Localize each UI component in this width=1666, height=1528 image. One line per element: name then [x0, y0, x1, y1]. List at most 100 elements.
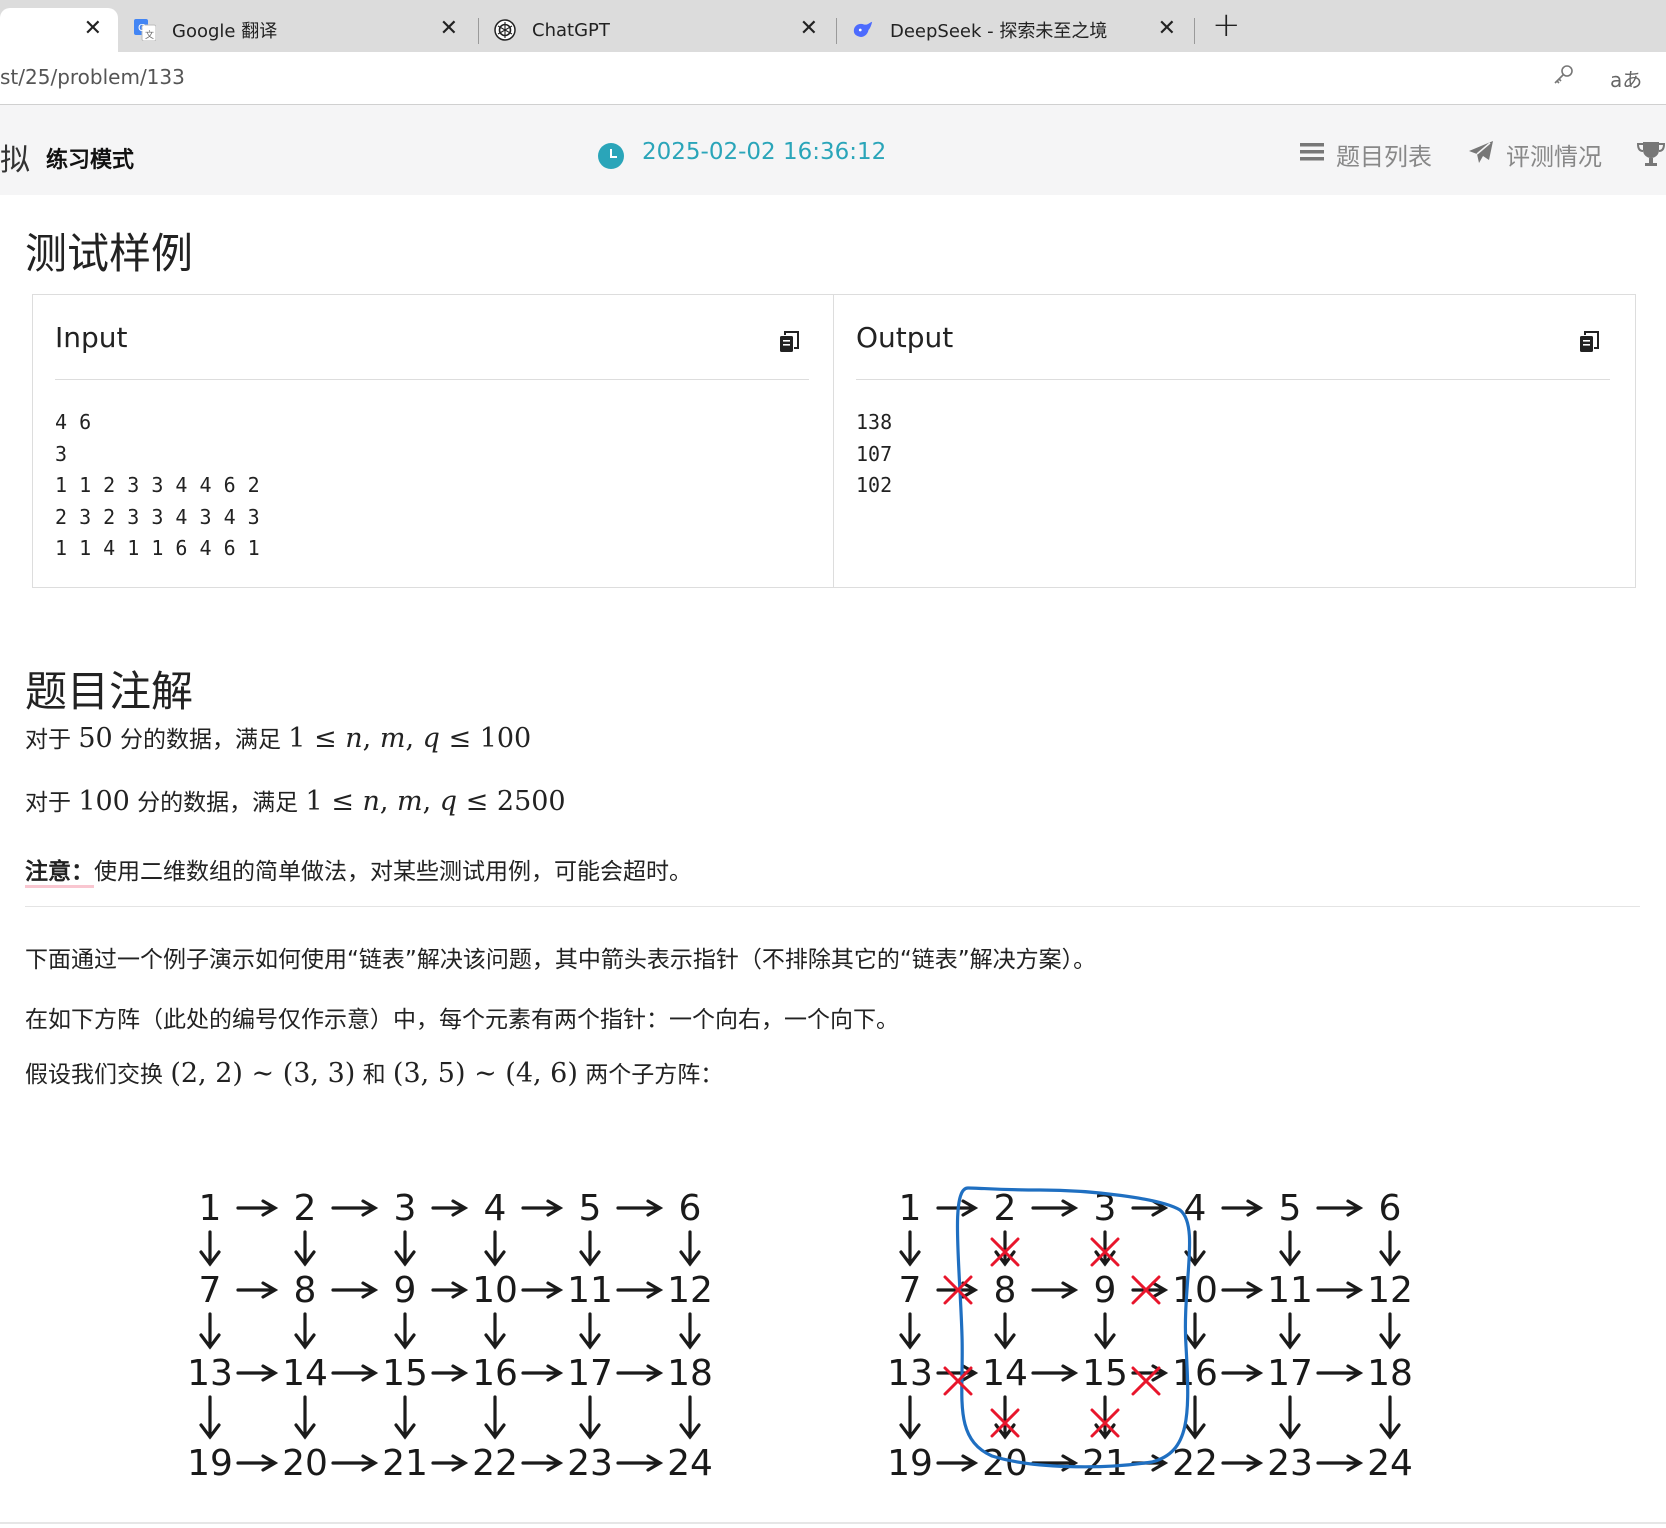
grid-node-label: 8 — [294, 1270, 317, 1311]
right-pointer-arrow — [616, 1364, 664, 1382]
right-pointer-arrow — [431, 1281, 469, 1299]
practice-mode-label: 练习模式 — [46, 148, 135, 173]
down-pointer-arrow — [899, 1312, 921, 1350]
tab-separator — [836, 18, 837, 44]
nav-submissions[interactable]: 评测情况 — [1468, 137, 1602, 172]
divider — [55, 379, 809, 380]
browser-tab-deepseek[interactable]: DeepSeek - 探索未至之境 ✕ — [838, 8, 1192, 52]
tab-title: Google 翻译 — [172, 21, 278, 42]
right-pointer-arrow — [936, 1454, 979, 1472]
text-fragment: 假设我们交换 — [25, 1062, 163, 1088]
tab-close-icon[interactable]: ✕ — [1158, 18, 1176, 40]
right-pointer-arrow — [431, 1454, 469, 1472]
right-pointer-arrow — [331, 1281, 379, 1299]
text-fragment: 两个子方阵： — [585, 1062, 724, 1088]
text-fragment: 分的数据，满足 — [119, 727, 281, 753]
samples-heading: 测试样例 — [25, 229, 194, 278]
down-pointer-arrow — [679, 1312, 701, 1350]
translate-page-icon[interactable]: aあ — [1610, 64, 1642, 93]
tab-close-icon[interactable]: ✕ — [440, 18, 458, 40]
down-pointer-arrow — [394, 1230, 416, 1267]
url-field[interactable]: st/25/problem/133 — [0, 65, 185, 89]
grid-node-label: 22 — [472, 1443, 518, 1484]
contest-timer: 2025-02-02 16:36:12 — [642, 139, 887, 165]
nav-problem-list[interactable]: 题目列表 — [1300, 137, 1432, 172]
grid-node-label: 17 — [567, 1353, 613, 1394]
grid-node-label: 14 — [982, 1353, 1028, 1394]
nav-submissions-label: 评测情况 — [1506, 143, 1602, 171]
copy-input-icon[interactable] — [779, 331, 799, 357]
divider — [856, 379, 1610, 380]
tab-title: DeepSeek - 探索未至之境 — [890, 21, 1108, 42]
divider — [25, 906, 1640, 907]
grid-node-label: 19 — [890, 1443, 933, 1484]
down-pointer-arrow — [1184, 1312, 1206, 1350]
clock-icon — [598, 143, 624, 169]
down-pointer-arrow — [899, 1230, 921, 1267]
right-pointer-arrow — [521, 1281, 564, 1299]
grid-node-label: 15 — [1082, 1353, 1128, 1394]
sample-input-title: Input — [55, 321, 128, 354]
grid-node-label: 11 — [567, 1270, 613, 1311]
down-pointer-arrow — [199, 1395, 221, 1440]
sample-input-panel: Input 4 6 3 1 1 2 3 3 4 4 6 2 2 3 2 3 3 … — [33, 295, 833, 587]
grid-node-label: 1 — [899, 1188, 922, 1229]
right-pointer-arrow — [1316, 1364, 1364, 1382]
right-pointer-arrow — [616, 1199, 664, 1217]
down-pointer-arrow — [484, 1312, 506, 1350]
text-fragment: 对于 — [25, 790, 71, 816]
right-pointer-arrow — [521, 1364, 564, 1382]
right-pointer-arrow — [331, 1199, 379, 1217]
grid-node-label: 16 — [1172, 1353, 1218, 1394]
trophy-icon[interactable] — [1636, 139, 1666, 173]
constraint-formula: 1 ≤ n, m, q ≤ 100 — [288, 723, 532, 754]
right-pointer-arrow — [431, 1364, 469, 1382]
browser-tab-google-translate[interactable]: G文 Google 翻译 ✕ — [120, 8, 474, 52]
sample-input-text: 4 6 3 1 1 2 3 3 4 4 6 2 2 3 2 3 3 4 3 4 … — [55, 410, 260, 560]
grid-node-label: 13 — [190, 1353, 233, 1394]
grid-node-label: 10 — [472, 1270, 518, 1311]
right-pointer-arrow — [1221, 1281, 1264, 1299]
down-pointer-arrow — [1279, 1230, 1301, 1267]
copy-output-icon[interactable] — [1579, 331, 1599, 357]
grid-node-label: 24 — [667, 1443, 713, 1484]
right-pointer-arrow — [1031, 1281, 1079, 1299]
score-value: 50 — [78, 723, 113, 754]
grid-node-label: 5 — [1279, 1188, 1302, 1229]
down-pointer-arrow — [1279, 1312, 1301, 1350]
grid-node-label: 1 — [199, 1188, 222, 1229]
right-pointer-arrow — [236, 1454, 279, 1472]
grid-node-label: 10 — [1172, 1270, 1218, 1311]
down-pointer-arrow — [484, 1230, 506, 1267]
browser-tab-chatgpt[interactable]: ChatGPT ✕ — [480, 8, 834, 52]
right-pointer-arrow — [1316, 1281, 1364, 1299]
grid-node-label: 22 — [1172, 1443, 1218, 1484]
text-fragment: 和 — [362, 1062, 386, 1088]
sample-io-panel: Input 4 6 3 1 1 2 3 3 4 4 6 2 2 3 2 3 3 … — [32, 294, 1636, 588]
linked-grid-diagram-swapped: 1 2 3 4 5 67 8 9 10 11 1213 14 15 16 17 1819 20 21 22 23 24 — [890, 1186, 1413, 1484]
right-pointer-arrow — [521, 1454, 564, 1472]
right-pointer-arrow — [521, 1199, 564, 1217]
explanation-paragraph-2: 在如下方阵（此处的编号仅作示意）中，每个元素有两个指针：一个向右，一个向下。 — [25, 1007, 899, 1033]
right-pointer-arrow — [236, 1364, 279, 1382]
down-pointer-arrow — [199, 1230, 221, 1267]
grid-node-label: 23 — [1267, 1443, 1313, 1484]
tab-close-icon[interactable]: ✕ — [84, 18, 102, 40]
right-pointer-arrow — [1316, 1199, 1364, 1217]
tab-close-icon[interactable]: ✕ — [800, 18, 818, 40]
grid-node-label: 6 — [1379, 1188, 1402, 1229]
svg-text:文: 文 — [145, 29, 154, 41]
browser-tab-active[interactable]: ✕ — [0, 8, 118, 52]
down-pointer-arrow — [1094, 1312, 1116, 1350]
grid-node-label: 6 — [679, 1188, 702, 1229]
key-icon[interactable] — [1552, 64, 1574, 91]
right-pointer-arrow — [1316, 1454, 1364, 1472]
down-pointer-arrow — [199, 1312, 221, 1350]
new-tab-button[interactable]: + — [1212, 8, 1241, 42]
down-pointer-arrow — [1379, 1230, 1401, 1267]
right-pointer-arrow — [1221, 1364, 1264, 1382]
right-pointer-arrow — [331, 1454, 379, 1472]
grid-node-label: 2 — [294, 1188, 317, 1229]
grid-node-label: 4 — [484, 1188, 507, 1229]
grid-node-label: 18 — [1367, 1353, 1413, 1394]
